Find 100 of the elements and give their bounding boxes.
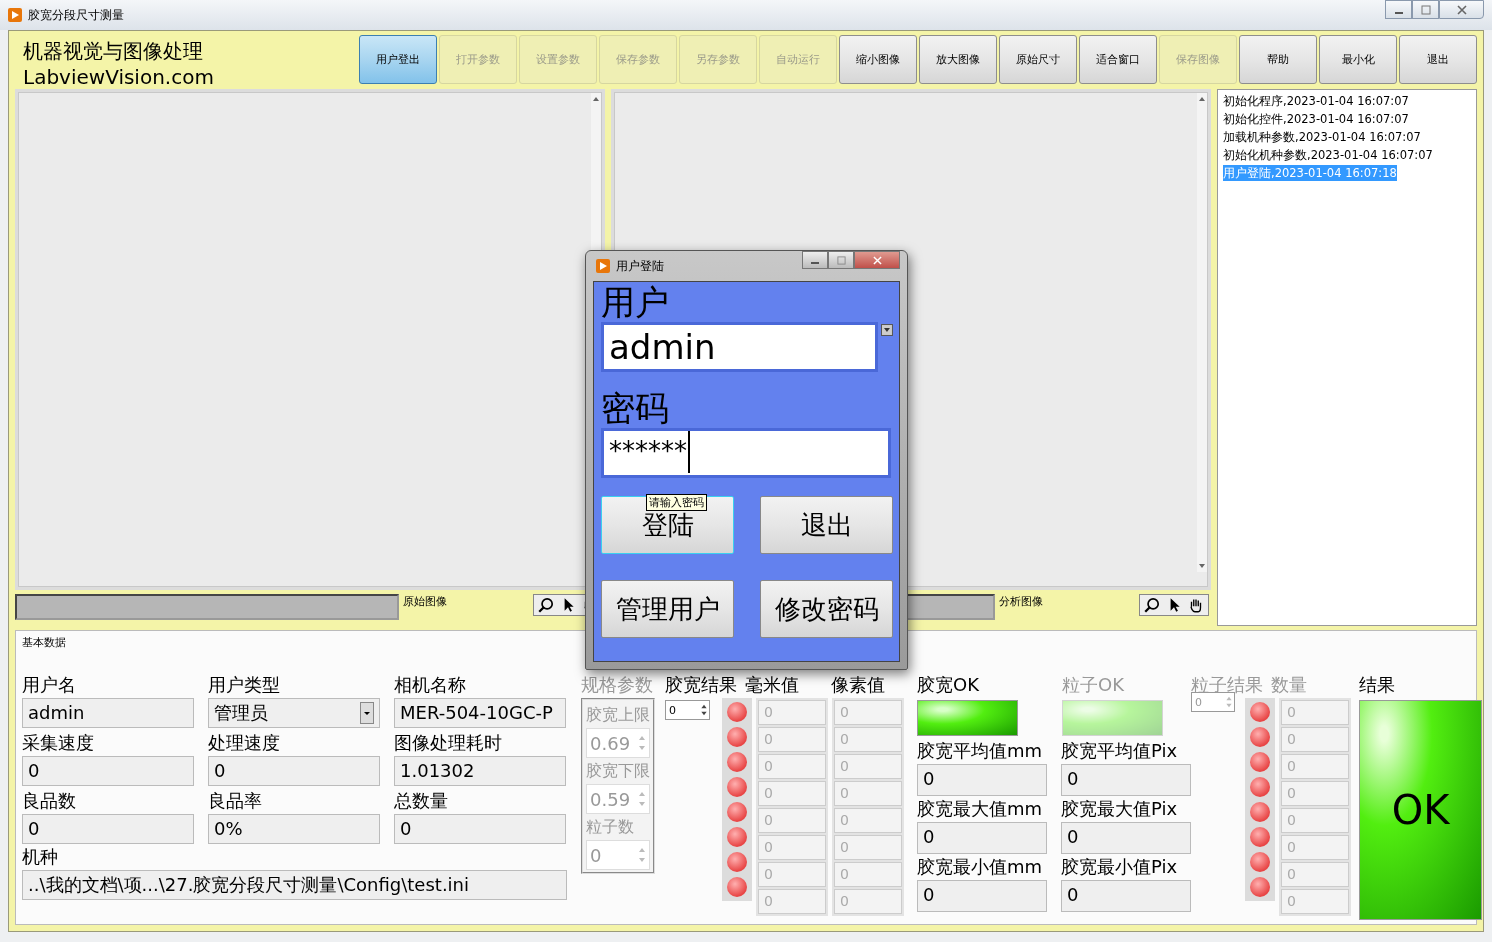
result-indicator: OK: [1359, 700, 1482, 920]
spinner-arrows-icon: [699, 702, 709, 718]
dialog-button[interactable]: 管理用户: [601, 580, 734, 638]
path-field: ..\我的文档\项...\27.胶宽分段尺寸测量\Config\test.ini: [22, 870, 567, 900]
toolbar-button[interactable]: 最小化: [1319, 35, 1397, 84]
value-field: 0: [22, 756, 194, 786]
value-cell: 0: [1281, 700, 1349, 725]
value-field: 0%: [208, 814, 380, 844]
value-cell: 0: [834, 727, 902, 752]
close-icon: [1456, 4, 1467, 15]
minimize-icon: [1394, 11, 1403, 14]
log-entry[interactable]: 加载机种参数,2023-01-04 16:07:07: [1223, 129, 1421, 145]
log-entry[interactable]: 初始化程序,2023-01-04 16:07:07: [1223, 93, 1409, 109]
toolbar-button[interactable]: 缩小图像: [839, 35, 917, 84]
window-title: 胶宽分段尺寸测量: [28, 6, 124, 24]
log-entry[interactable]: 初始化机种参数,2023-01-04 16:07:07: [1223, 147, 1433, 163]
field-label: 胶宽平均值mm: [917, 739, 1043, 763]
spec-label: 粒子数: [586, 816, 634, 838]
field-label: 用户类型: [208, 673, 280, 697]
value-field: 0: [917, 764, 1047, 796]
value-field: admin: [22, 698, 194, 728]
password-field[interactable]: ******: [601, 428, 891, 478]
image-label: 分析图像: [999, 594, 1044, 609]
toolbar-button[interactable]: 放大图像: [919, 35, 997, 84]
log-entry[interactable]: 初始化控件,2023-01-04 16:07:07: [1223, 111, 1409, 127]
value-field: 0: [1061, 764, 1191, 796]
value-cell: 0: [1281, 889, 1349, 914]
value-field: 0: [394, 814, 566, 844]
close-button[interactable]: [1439, 0, 1484, 19]
minimize-icon: [811, 262, 819, 264]
toolbar-button[interactable]: 原始尺寸: [999, 35, 1077, 84]
value-cell: 0: [758, 754, 826, 779]
password-label: 密码: [601, 388, 669, 428]
column-label: 毫米值: [745, 673, 800, 697]
dialog-button[interactable]: 退出: [760, 496, 893, 554]
value-cell: 0: [1281, 754, 1349, 779]
field-label: 胶宽最大值mm: [917, 797, 1043, 821]
field-label: 良品率: [208, 789, 262, 813]
zoom-tool-icon[interactable]: [537, 596, 555, 614]
field-label: 相机名称: [394, 673, 466, 697]
value-cell: 0: [834, 781, 902, 806]
value-cell: 0: [834, 700, 902, 725]
app-logo-icon: [8, 8, 22, 22]
minimize-button[interactable]: [1385, 0, 1412, 19]
value-cell: 0: [758, 835, 826, 860]
field-label: 处理速度: [208, 731, 280, 755]
close-icon: [872, 255, 882, 265]
value-field: 0: [917, 822, 1047, 854]
column-label: 像素值: [831, 673, 886, 697]
image-label: 原始图像: [403, 594, 448, 609]
maximize-button[interactable]: [828, 251, 854, 269]
value-field: 0: [1061, 822, 1191, 854]
app-logo-icon: [596, 259, 610, 273]
section-title: 基本数据: [22, 635, 66, 650]
value-field: 0: [208, 756, 380, 786]
field-label: 胶宽平均值Pix: [1061, 739, 1178, 763]
maximize-icon: [1420, 4, 1431, 15]
value-cell: 0: [758, 889, 826, 914]
indicator-label: 胶宽OK: [917, 673, 979, 697]
tooltip: 请输入密码: [646, 494, 707, 511]
value-cell: 0: [758, 781, 826, 806]
field-label: 采集速度: [22, 731, 94, 755]
username-field[interactable]: admin: [601, 322, 879, 372]
value-field: MER-504-10GC-P: [394, 698, 566, 728]
user-type-dropdown[interactable]: 管理员: [208, 698, 380, 728]
column-label: 胶宽结果: [665, 673, 738, 697]
field-label: 胶宽最大值Pix: [1061, 797, 1178, 821]
value-field: 1.01302: [394, 756, 566, 786]
field-label: 总数量: [394, 789, 448, 813]
field-label: 图像处理耗时: [394, 731, 502, 755]
toolbar-button[interactable]: 退出: [1399, 35, 1477, 84]
value-cell: 0: [758, 808, 826, 833]
value-field: 0: [1061, 880, 1191, 912]
result-label: 结果: [1359, 673, 1395, 697]
value-cell: 0: [1281, 835, 1349, 860]
value-cell: 0: [1281, 727, 1349, 752]
user-label: 用户: [601, 282, 669, 322]
index-spinner[interactable]: 0: [665, 700, 710, 720]
column-label: 数量: [1271, 673, 1307, 697]
dialog-button[interactable]: 修改密码: [760, 580, 893, 638]
toolbar-button[interactable]: 用户登出: [359, 35, 437, 84]
dialog-title: 用户登陆: [616, 257, 664, 275]
close-button[interactable]: [854, 251, 900, 269]
value-cell: 0: [1281, 808, 1349, 833]
toolbar-button[interactable]: 适合窗口: [1079, 35, 1157, 84]
value-cell: 0: [1281, 781, 1349, 806]
value-cell: 0: [834, 889, 902, 914]
minimize-button[interactable]: [802, 251, 828, 269]
value-field: 0: [917, 880, 1047, 912]
indicator-label: 粒子OK: [1062, 673, 1124, 697]
group-label: 规格参数: [581, 673, 654, 697]
value-cell: 0: [834, 835, 902, 860]
value-cell: 0: [758, 700, 826, 725]
field-label: 用户名: [22, 673, 76, 697]
value-cell: 0: [834, 808, 902, 833]
maximize-icon: [836, 255, 846, 265]
toolbar-button[interactable]: 帮助: [1239, 35, 1317, 84]
spec-label: 胶宽上限: [586, 704, 650, 726]
value-cell: 0: [834, 862, 902, 887]
zoom-tool-icon[interactable]: [1143, 596, 1161, 614]
